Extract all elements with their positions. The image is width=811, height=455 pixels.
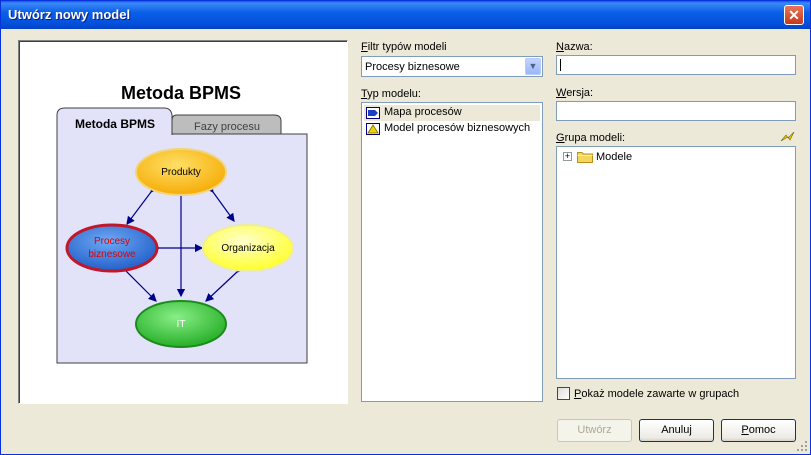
text-caret xyxy=(560,59,561,71)
node-procesy-label-2: biznesowe xyxy=(88,249,136,260)
model-type-label: Typ modelu: xyxy=(361,88,421,100)
diagram-heading: Metoda BPMS xyxy=(121,83,241,103)
cancel-button[interactable]: Anuluj xyxy=(639,419,714,442)
title-bar[interactable]: Utwórz nowy model ✕ xyxy=(1,1,810,29)
process-map-icon xyxy=(366,107,380,119)
version-label: Wersja: xyxy=(556,87,594,99)
bpms-method-diagram: Metoda BPMS Fazy procesu Metoda BPMS Pro… xyxy=(56,83,308,364)
create-button[interactable]: Utwórz xyxy=(557,419,632,442)
node-it-label: IT xyxy=(177,319,186,330)
help-button[interactable]: Pomoc xyxy=(721,419,796,442)
list-item-model-procesow-biznesowych[interactable]: Model procesów biznesowych xyxy=(364,121,540,137)
show-grouped-models-label[interactable]: Pokaż modele zawarte w grupach xyxy=(574,388,739,400)
tree-expander-modele[interactable]: + xyxy=(563,152,572,161)
window-title: Utwórz nowy model xyxy=(8,7,131,22)
close-button[interactable]: ✕ xyxy=(784,5,804,25)
model-type-filter-dropdown[interactable]: Procesy biznesowe ▼ xyxy=(361,56,543,77)
tree-item-modele[interactable]: Modele xyxy=(596,151,632,163)
version-input[interactable] xyxy=(556,101,796,121)
node-procesy-biznesowe xyxy=(65,223,159,273)
method-preview-panel: Metoda BPMS Fazy procesu Metoda BPMS Pro… xyxy=(18,40,348,404)
group-label: Grupa modeli: xyxy=(556,132,626,144)
model-group-tree[interactable]: + Modele xyxy=(556,146,796,379)
node-procesy-label-1: Procesy xyxy=(94,236,130,247)
resize-grip-icon[interactable] xyxy=(796,440,808,452)
folder-icon xyxy=(577,152,593,163)
dialog-window: Utwórz nowy model ✕ Metoda BPMS Fazy pro… xyxy=(0,0,811,455)
filter-label: Filtr typów modeli xyxy=(361,41,447,53)
lightning-icon[interactable] xyxy=(780,131,796,143)
model-type-list[interactable]: Mapa procesów Model procesów biznesowych xyxy=(361,102,543,402)
filter-selected-value: Procesy biznesowe xyxy=(365,61,460,73)
tab-metoda-bpms-label: Metoda BPMS xyxy=(75,117,155,131)
business-process-icon xyxy=(366,123,380,135)
list-item-mapa-procesow[interactable]: Mapa procesów xyxy=(364,105,540,121)
chevron-down-icon[interactable]: ▼ xyxy=(525,58,541,75)
name-input[interactable] xyxy=(556,55,796,75)
node-organizacja-label: Organizacja xyxy=(221,243,275,254)
tab-fazy-procesu-label: Fazy procesu xyxy=(194,121,260,133)
show-grouped-models-checkbox[interactable] xyxy=(557,387,570,400)
name-label: Nazwa: xyxy=(556,41,593,53)
node-produkty-label: Produkty xyxy=(161,167,200,178)
